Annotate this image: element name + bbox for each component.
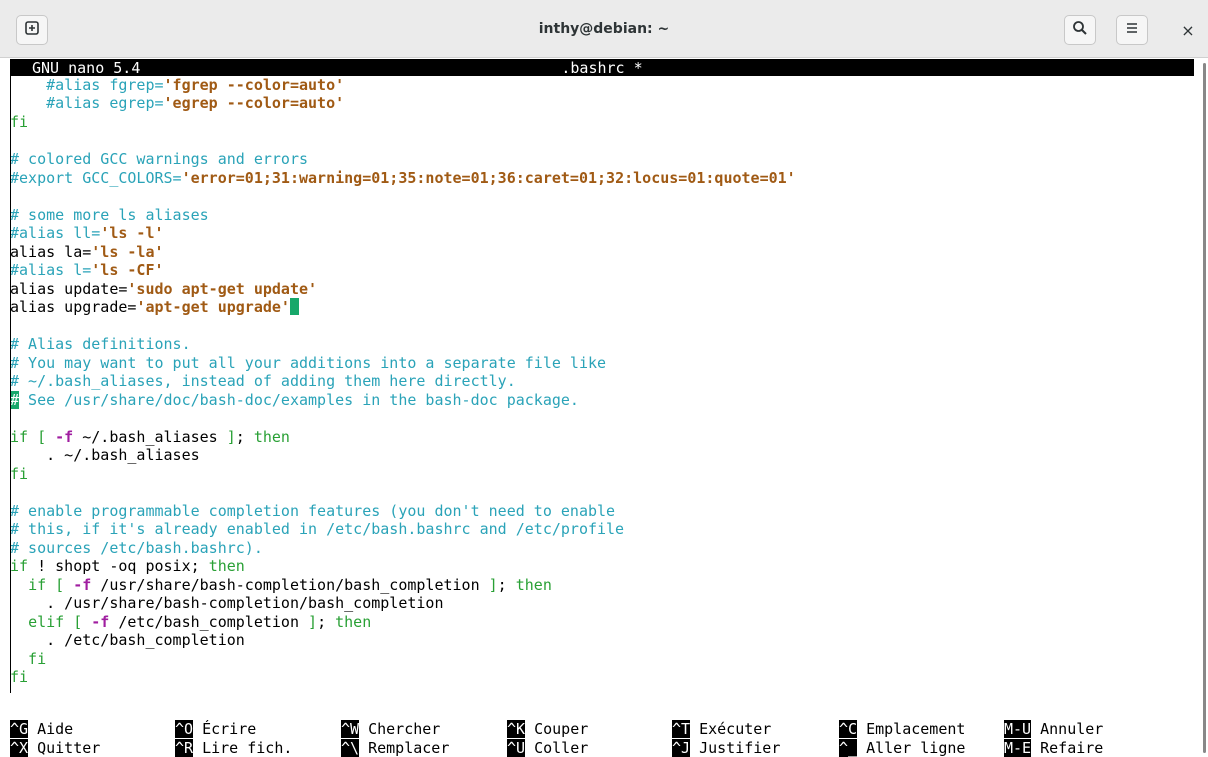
shortcut-paste: ^U Coller <box>507 739 589 757</box>
shortcut-cut: ^K Couper <box>507 720 589 738</box>
code-line: # some more ls aliases <box>10 206 209 224</box>
scrollbar-thumb[interactable] <box>1203 63 1206 753</box>
code-line: if ! shopt -oq posix; then <box>10 557 245 575</box>
shortcut-exit: ^X Quitter <box>10 739 101 757</box>
scrollbar[interactable] <box>1200 59 1208 757</box>
code-line: if [ -f ~/.bash_aliases ]; then <box>10 428 290 446</box>
code-line: # ~/.bash_aliases, instead of adding the… <box>10 372 516 390</box>
shortcut-write: ^O Écrire <box>175 720 257 738</box>
code-line: # enable programmable completion feature… <box>10 502 616 520</box>
shortcut-goto-line: ^_ Aller ligne <box>839 739 966 757</box>
code-line: #alias l='ls -CF' <box>10 261 164 279</box>
code-line: if [ -f /usr/share/bash-completion/bash_… <box>28 576 552 594</box>
code-line: . /etc/bash_completion <box>10 631 245 649</box>
code-line: elif [ -f /etc/bash_completion ]; then <box>28 613 372 631</box>
shortcut-undo: M-U Annuler <box>1004 720 1104 738</box>
shortcut-read-file: ^R Lire fich. <box>175 739 293 757</box>
code-line: alias update='sudo apt-get update' <box>10 280 318 298</box>
code-line: #alias fgrep='fgrep --color=auto' <box>10 76 345 94</box>
text-cursor <box>289 298 299 315</box>
close-icon: × <box>1181 20 1195 40</box>
code-line: fi <box>10 650 47 668</box>
code-line: # colored GCC warnings and errors <box>10 150 309 168</box>
nano-filename: .bashrc * <box>561 59 643 77</box>
code-line: # You may want to put all your additions… <box>10 354 607 372</box>
code-line: #alias ll='ls -l' <box>10 224 164 242</box>
code-line: # Alias definitions. <box>10 335 191 353</box>
close-button[interactable]: × <box>1173 15 1203 45</box>
code-line: . ~/.bash_aliases <box>10 446 200 464</box>
shortcut-replace: ^\ Remplacer <box>341 739 450 757</box>
menu-button[interactable] <box>1116 15 1148 45</box>
search-icon <box>1072 20 1088 40</box>
code-line: alias upgrade='apt-get upgrade' <box>10 298 299 316</box>
code-line: # sources /etc/bash.bashrc). <box>10 539 263 557</box>
shortcut-execute: ^T Exécuter <box>672 720 772 738</box>
shortcut-justify: ^J Justifier <box>672 739 781 757</box>
code-line: fi <box>10 668 29 686</box>
code-line: # See /usr/share/doc/bash-doc/examples i… <box>10 391 579 409</box>
code-line: fi <box>10 465 29 483</box>
shortcut-redo: M-E Refaire <box>1004 739 1104 757</box>
terminal-left-edge <box>10 73 11 693</box>
terminal-area[interactable]: GNU nano 5.4 .bashrc * #alias fgrep='fgr… <box>0 59 1200 757</box>
code-line: #alias egrep='egrep --color=auto' <box>10 94 345 112</box>
code-line: fi <box>10 113 29 131</box>
search-button[interactable] <box>1064 15 1096 45</box>
code-line: alias la='ls -la' <box>10 243 164 261</box>
shortcut-help: ^G Aide <box>10 720 74 738</box>
nano-header: GNU nano 5.4 .bashrc * <box>10 59 1194 77</box>
shortcut-search: ^W Chercher <box>341 720 441 738</box>
window-titlebar: inthy@debian: ~ × <box>0 0 1208 58</box>
code-line: #export GCC_COLORS='error=01;31:warning=… <box>10 169 796 187</box>
hamburger-menu-icon <box>1124 20 1140 40</box>
shortcut-location: ^C Emplacement <box>839 720 966 738</box>
code-line: . /usr/share/bash-completion/bash_comple… <box>10 594 444 612</box>
code-line: # this, if it's already enabled in /etc/… <box>10 520 625 538</box>
window-title: inthy@debian: ~ <box>538 21 670 37</box>
